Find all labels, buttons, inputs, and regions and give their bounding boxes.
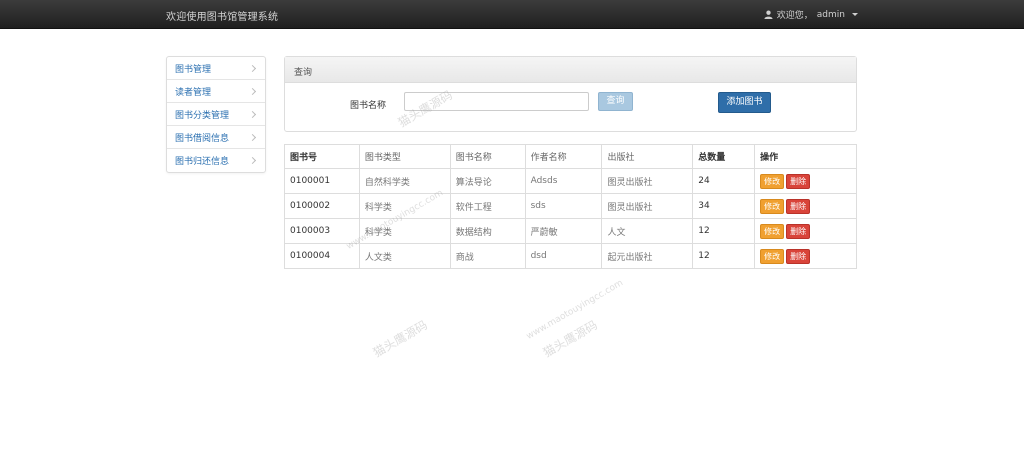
edit-button[interactable]: 修改 — [760, 248, 785, 264]
cell-type: 人文类 — [358, 243, 451, 269]
col-header-type: 图书类型 — [358, 144, 451, 169]
sidebar-menu: 图书管理 读者管理 图书分类管理 图书借阅信息 图书归还信息 — [166, 56, 266, 173]
cell-name: 商战 — [449, 243, 526, 269]
cell-actions: 修改 删除 — [754, 218, 857, 244]
cell-author: 严蔚敏 — [524, 218, 603, 244]
sidebar-item-book-management[interactable]: 图书管理 — [167, 57, 265, 80]
cell-author: Adsds — [524, 168, 603, 194]
panel-heading: 查询 — [285, 57, 856, 83]
sidebar-item-label: 图书借阅信息 — [175, 133, 230, 144]
chevron-right-icon — [248, 110, 257, 118]
col-header-author: 作者名称 — [524, 144, 603, 169]
book-name-label: 图书名称 — [350, 101, 387, 111]
watermark-text: 猫头鹰源码 — [370, 317, 430, 360]
cell-qty: 34 — [692, 193, 756, 219]
table-row: 0100001 自然科学类 算法导论 Adsds 图灵出版社 24 修改 删除 — [284, 168, 857, 194]
cell-publisher: 人文 — [601, 218, 694, 244]
sidebar-item-return-info[interactable]: 图书归还信息 — [167, 149, 265, 172]
chevron-right-icon — [248, 87, 257, 95]
col-header-id: 图书号 — [284, 144, 360, 169]
col-header-qty: 总数量 — [692, 144, 756, 169]
cell-actions: 修改 删除 — [754, 193, 857, 219]
cell-name: 数据结构 — [449, 218, 526, 244]
cell-actions: 修改 删除 — [754, 243, 857, 269]
query-button[interactable]: 查询 — [598, 92, 633, 111]
chevron-right-icon — [248, 156, 257, 165]
sidebar-item-label: 图书归还信息 — [175, 157, 230, 167]
delete-button[interactable]: 删除 — [786, 173, 811, 189]
user-icon — [764, 10, 773, 19]
cell-qty: 12 — [692, 243, 756, 269]
sidebar-item-borrow-info[interactable]: 图书借阅信息 — [167, 126, 265, 149]
cell-publisher: 图灵出版社 — [601, 193, 694, 219]
sidebar-item-label: 图书管理 — [175, 64, 212, 75]
username: admin — [816, 9, 845, 20]
cell-publisher: 图灵出版社 — [601, 168, 694, 194]
table-header-row: 图书号 图书类型 图书名称 作者名称 出版社 总数量 操作 — [284, 144, 857, 169]
col-header-publisher: 出版社 — [601, 144, 694, 169]
query-panel: 查询 图书名称 查询 添加图书 — [284, 56, 857, 132]
cell-qty: 12 — [692, 218, 756, 244]
cell-id: 0100002 — [284, 193, 360, 219]
col-header-name: 图书名称 — [449, 144, 526, 169]
sidebar-item-label: 读者管理 — [175, 87, 212, 98]
cell-name: 算法导论 — [449, 168, 526, 194]
book-table: 图书号 图书类型 图书名称 作者名称 出版社 总数量 操作 0100001 自然… — [284, 144, 857, 269]
sidebar-item-reader-management[interactable]: 读者管理 — [167, 80, 265, 103]
delete-button[interactable]: 删除 — [786, 198, 811, 214]
cell-id: 0100001 — [284, 168, 360, 194]
app-brand[interactable]: 欢迎使用图书馆管理系统 — [166, 8, 278, 23]
chevron-down-icon — [852, 13, 858, 16]
cell-actions: 修改 删除 — [754, 168, 857, 194]
cell-name: 软件工程 — [449, 193, 526, 219]
col-header-actions: 操作 — [754, 144, 857, 169]
table-row: 0100002 科学类 软件工程 sds 图灵出版社 34 修改 删除 — [284, 193, 857, 219]
table-row: 0100004 人文类 商战 dsd 起元出版社 12 修改 删除 — [284, 243, 857, 269]
cell-publisher: 起元出版社 — [601, 243, 694, 269]
edit-button[interactable]: 修改 — [760, 198, 785, 214]
cell-author: sds — [524, 193, 603, 219]
chevron-right-icon — [248, 64, 257, 72]
cell-author: dsd — [524, 243, 603, 269]
delete-button[interactable]: 删除 — [786, 248, 811, 264]
edit-button[interactable]: 修改 — [760, 173, 785, 189]
edit-button[interactable]: 修改 — [760, 223, 785, 239]
delete-button[interactable]: 删除 — [786, 223, 811, 239]
sidebar-item-label: 图书分类管理 — [175, 110, 230, 121]
top-navbar: 欢迎使用图书馆管理系统 欢迎您， admin — [0, 0, 1024, 29]
cell-qty: 24 — [692, 168, 756, 194]
chevron-right-icon — [248, 133, 257, 141]
add-book-button[interactable]: 添加图书 — [718, 92, 771, 113]
user-greeting: 欢迎您， — [776, 11, 813, 21]
user-menu[interactable]: 欢迎您， admin — [764, 8, 858, 21]
sidebar-item-category-management[interactable]: 图书分类管理 — [167, 103, 265, 126]
